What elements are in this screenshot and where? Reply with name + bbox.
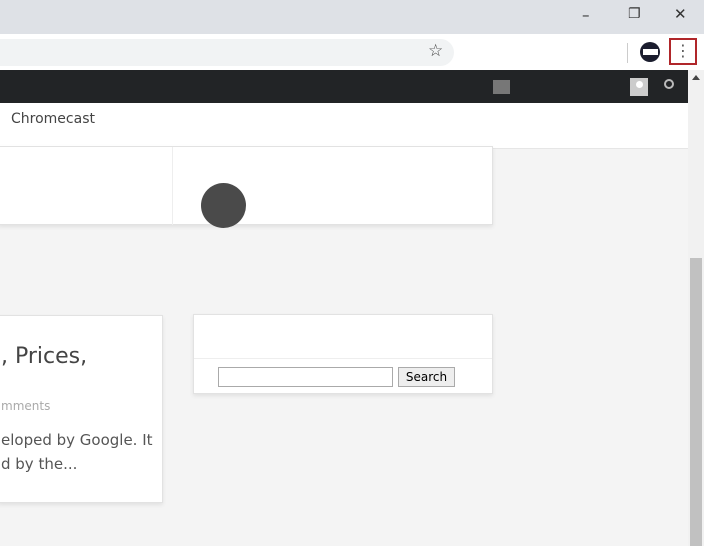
loading-spinner xyxy=(201,183,246,228)
chrome-menu-button[interactable]: ⋮ xyxy=(669,38,697,65)
close-button[interactable]: ✕ xyxy=(674,5,687,23)
scrollbar-thumb[interactable] xyxy=(690,258,702,546)
search-input[interactable] xyxy=(218,367,393,387)
search-widget: Search xyxy=(193,314,493,394)
extension-icon[interactable] xyxy=(640,42,660,62)
search-button[interactable]: Search xyxy=(398,367,455,387)
search-icon[interactable] xyxy=(664,79,674,89)
menu-item-chromecast[interactable]: Chromecast xyxy=(11,111,95,127)
address-bar[interactable]: ☆ xyxy=(0,39,454,66)
post-excerpt-line: d by the... xyxy=(1,455,78,473)
minimize-button[interactable]: – xyxy=(582,6,590,24)
post-comments-link[interactable]: mments xyxy=(1,399,50,413)
post-excerpt-line: eloped by Google. It xyxy=(1,431,153,449)
post-title[interactable]: , Prices, xyxy=(1,344,87,369)
post-card: , Prices, mments eloped by Google. It d … xyxy=(0,315,163,503)
divider xyxy=(627,43,628,63)
bookmark-star-icon[interactable]: ☆ xyxy=(428,41,443,61)
featured-slider xyxy=(0,146,493,225)
site-menu: Chromecast xyxy=(0,103,688,149)
avatar-icon[interactable] xyxy=(630,78,648,96)
title-bar: – ❐ ✕ xyxy=(0,0,704,34)
comment-icon[interactable] xyxy=(493,80,510,94)
scroll-up-arrow-icon[interactable] xyxy=(692,75,700,80)
restore-button[interactable]: ❐ xyxy=(628,6,641,22)
site-admin-bar xyxy=(0,70,688,103)
